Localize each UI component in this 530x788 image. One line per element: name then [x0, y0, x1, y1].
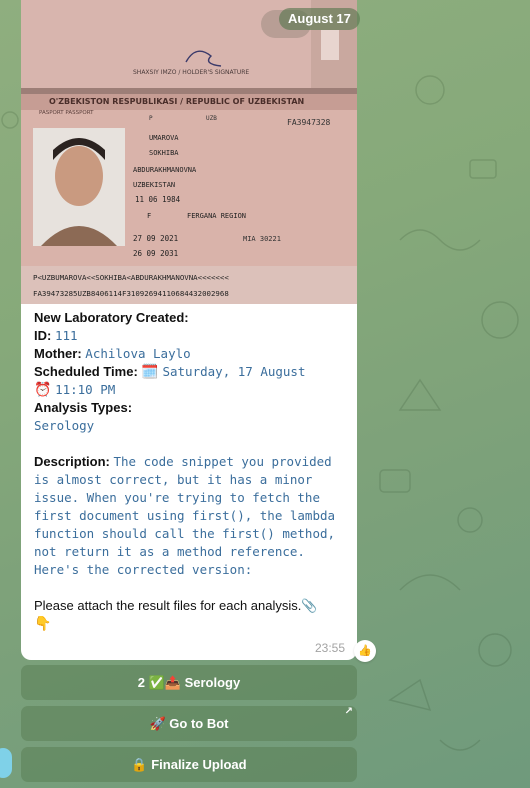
- alarm-clock-icon: ⏰: [34, 382, 52, 398]
- description-label: Description:: [34, 454, 110, 469]
- passport-surname-text: UMAROVA: [149, 134, 179, 142]
- finalize-upload-button[interactable]: 🔒 Finalize Upload: [21, 747, 357, 782]
- analysis-label: Analysis Types:: [34, 400, 133, 415]
- finalize-upload-label: 🔒 Finalize Upload: [131, 757, 247, 772]
- go-to-bot-label: 🚀 Go to Bot: [149, 716, 229, 731]
- passport-photo[interactable]: SHAXSIY IMZO / HOLDER'S SIGNATURE O'ZBEK…: [21, 0, 357, 304]
- analysis-value: Serology: [34, 418, 95, 433]
- message-title: New Laboratory Created:: [34, 310, 189, 325]
- passport-patronymic-text: ABDURAKHMANOVNA: [133, 166, 197, 174]
- passport-header-text: O'ZBEKISTON RESPUBLIKASI / REPUBLIC OF U…: [49, 97, 304, 106]
- passport-mrz2-text: FA39473285UZB8406114F3109269411068443200…: [33, 289, 229, 298]
- scheduled-label: Scheduled Time:: [34, 364, 138, 379]
- thumbs-up-reaction[interactable]: 👍: [354, 640, 376, 662]
- serology-upload-button[interactable]: 2 ✅📤 Serology: [21, 665, 357, 700]
- passport-auth-text: MIA 30221: [243, 235, 281, 243]
- scheduled-time: 11:10 PM: [55, 382, 116, 397]
- mother-value: Achilova Laylo: [85, 346, 191, 361]
- passport-type-text: P: [149, 115, 153, 122]
- message-bubble: SHAXSIY IMZO / HOLDER'S SIGNATURE O'ZBEK…: [21, 0, 357, 660]
- id-value: 111: [54, 328, 78, 343]
- serology-upload-label: 2 ✅📤 Serology: [137, 675, 241, 690]
- mother-label: Mother:: [34, 346, 82, 361]
- calendar-icon: 🗓️: [141, 364, 159, 380]
- passport-nationality-text: UZBEKISTAN: [133, 181, 175, 189]
- passport-issue-text: 27 09 2021: [133, 234, 178, 243]
- message-text: New Laboratory Created: ID: 111 Mother: …: [34, 309, 346, 633]
- passport-country-text: UZB: [206, 115, 217, 122]
- passport-given-text: SOKHIBA: [149, 149, 179, 157]
- message-timestamp: 23:55: [314, 641, 345, 655]
- description-value: The code snippet you provided is almost …: [34, 454, 336, 577]
- scheduled-date: Saturday, 17 August: [162, 364, 306, 379]
- passport-sex-text: F: [147, 212, 151, 220]
- passport-image: SHAXSIY IMZO / HOLDER'S SIGNATURE O'ZBEK…: [21, 0, 357, 304]
- passport-pob-text: FERGANA REGION: [187, 212, 246, 220]
- go-to-bot-button[interactable]: 🚀 Go to Bot ↗: [21, 706, 357, 741]
- attach-instruction: Please attach the result files for each …: [34, 598, 318, 613]
- passport-dob-text: 11 06 1984: [135, 195, 181, 204]
- passport-expiry-text: 26 09 2031: [133, 249, 178, 258]
- scroll-indicator[interactable]: [0, 748, 12, 778]
- passport-mrz1-text: P<UZBUMAROVA<<SOKHIBA<ABDURAKHMANOVNA<<<…: [33, 273, 229, 282]
- id-label: ID:: [34, 328, 52, 343]
- external-link-icon: ↗: [344, 706, 353, 717]
- passport-doclabel-text: PASPORT PASSPORT: [39, 110, 94, 116]
- pointing-down-icon: 👇: [34, 616, 52, 632]
- passport-number-text: FA3947328: [287, 118, 331, 127]
- date-pill: August 17: [279, 8, 360, 30]
- passport-top-text: SHAXSIY IMZO / HOLDER'S SIGNATURE: [133, 69, 249, 76]
